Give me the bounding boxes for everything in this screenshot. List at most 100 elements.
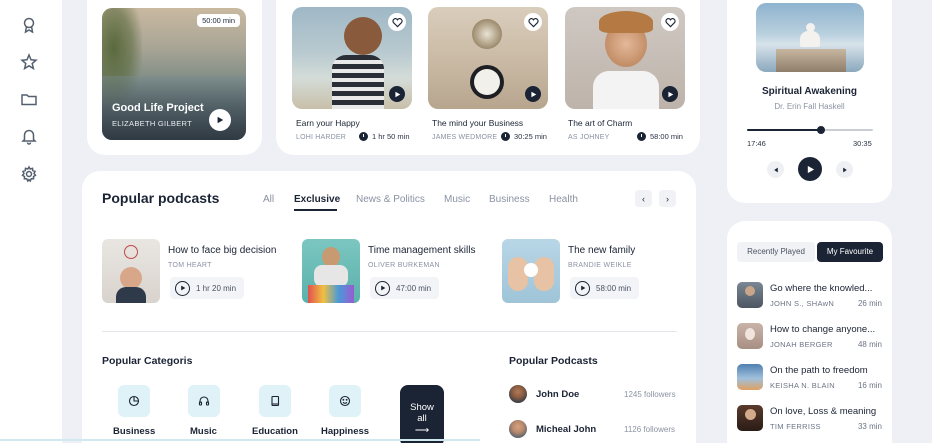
- play-icon: [575, 280, 590, 296]
- favourite-duration-2: 48 min: [857, 340, 882, 349]
- top-card-author-1: LOHI HARDER: [296, 134, 347, 141]
- show-all-button[interactable]: Show all ⟶: [400, 385, 444, 443]
- top-card-author-2: JAMES WEDMORE: [432, 134, 498, 141]
- top-card-image-2[interactable]: [428, 7, 548, 109]
- favourite-author-4: TIM FERRISS: [770, 422, 821, 431]
- avatar[interactable]: [509, 420, 527, 438]
- play-button[interactable]: [525, 86, 541, 102]
- prev-page-button[interactable]: ‹: [635, 190, 652, 207]
- podcast-duration-2: 47:00 min: [396, 283, 432, 293]
- popular-heading: Popular podcasts: [102, 190, 220, 206]
- featured-image[interactable]: 50:00 min Good Life Project ELIZABETH GI…: [102, 8, 246, 140]
- top-card-duration-2: 30:25 min: [501, 132, 547, 141]
- favorite-heart-icon[interactable]: [661, 13, 679, 31]
- play-pause-button[interactable]: [798, 157, 822, 181]
- player-cover-image: [756, 3, 864, 72]
- tab-music[interactable]: Music: [444, 194, 470, 205]
- podcast-play-3[interactable]: 58:00 min: [570, 277, 640, 299]
- show-all-label: Show all: [410, 402, 434, 424]
- favourite-duration-4: 33 min: [857, 422, 882, 431]
- category-music-button[interactable]: [188, 385, 220, 417]
- category-education-button[interactable]: [259, 385, 291, 417]
- play-button[interactable]: [389, 86, 405, 102]
- top-card-title-1: Earn your Happy: [296, 118, 360, 128]
- next-page-button[interactable]: ›: [659, 190, 676, 207]
- favourite-title-4[interactable]: On love, Loss & meaning: [770, 406, 876, 417]
- favourite-author-3: KEISHA N. BLAIN: [770, 381, 835, 390]
- top-card-author-3: AS JOHNEY: [568, 134, 610, 141]
- tab-recently-played[interactable]: Recently Played: [737, 242, 815, 262]
- featured-play-button[interactable]: [209, 109, 231, 131]
- headphones-icon: [198, 396, 210, 406]
- arrow-right-icon: ⟶: [414, 425, 430, 436]
- clock-icon: [359, 132, 368, 141]
- top-card-image-3[interactable]: [565, 7, 685, 109]
- player-title: Spiritual Awakening: [761, 86, 858, 97]
- category-business-button[interactable]: [118, 385, 150, 417]
- award-icon[interactable]: [20, 16, 38, 34]
- duration-text: 1 hr 50 min: [372, 132, 410, 141]
- duration-text: 30:25 min: [514, 132, 547, 141]
- categories-heading: Popular Categoris: [102, 355, 193, 367]
- favourite-title-1[interactable]: Go where the knowled...: [770, 283, 872, 294]
- tab-health[interactable]: Health: [549, 194, 578, 205]
- podcaster-followers-1: 1245 followers: [624, 390, 676, 399]
- previous-icon: [773, 167, 778, 172]
- category-happiness-button[interactable]: [329, 385, 361, 417]
- elapsed-time: 17:46: [747, 139, 766, 148]
- popular-panel: [82, 171, 696, 443]
- featured-duration: 50:00 min: [202, 16, 235, 25]
- folder-icon[interactable]: [20, 90, 38, 108]
- play-icon: [175, 280, 190, 296]
- favorite-heart-icon[interactable]: [388, 13, 406, 31]
- podcast-title-2: Time management skills: [368, 245, 476, 256]
- tab-exclusive[interactable]: Exclusive: [294, 194, 340, 205]
- section-divider: [102, 331, 677, 332]
- favourite-author-2: JONAH BERGER: [770, 340, 833, 349]
- favourite-duration-1: 26 min: [857, 299, 882, 308]
- favourite-thumb-1[interactable]: [737, 282, 763, 308]
- next-icon: [842, 167, 847, 172]
- clock-icon: [637, 132, 646, 141]
- star-icon[interactable]: [20, 53, 38, 71]
- next-button[interactable]: [836, 161, 853, 178]
- favourite-author-1: JOHN S., SHAwN: [770, 299, 835, 308]
- play-button[interactable]: [662, 86, 678, 102]
- podcast-thumb-2[interactable]: [302, 239, 360, 303]
- pie-chart-icon: [128, 395, 140, 407]
- tab-news-politics[interactable]: News & Politics: [356, 194, 425, 205]
- gear-icon[interactable]: [20, 165, 38, 183]
- play-icon: [807, 165, 814, 173]
- category-happiness-label: Happiness: [321, 426, 370, 437]
- favourite-thumb-4[interactable]: [737, 405, 763, 431]
- previous-button[interactable]: [767, 161, 784, 178]
- tab-my-favourite[interactable]: My Favourite: [817, 242, 883, 262]
- top-card-image-1[interactable]: [292, 7, 412, 109]
- podcasters-heading: Popular Podcasts: [509, 355, 598, 367]
- favorite-heart-icon[interactable]: [524, 13, 542, 31]
- bell-icon[interactable]: [20, 127, 38, 145]
- podcast-play-2[interactable]: 47:00 min: [370, 277, 440, 299]
- progress-track[interactable]: [747, 126, 873, 134]
- podcaster-name-2[interactable]: Micheal John: [536, 424, 596, 435]
- tab-business[interactable]: Business: [489, 194, 530, 205]
- tab-all[interactable]: All: [263, 194, 274, 205]
- avatar[interactable]: [509, 385, 527, 403]
- podcaster-name-1[interactable]: John Doe: [536, 389, 579, 400]
- top-card-duration-1: 1 hr 50 min: [359, 132, 410, 141]
- play-icon: [394, 91, 400, 97]
- podcast-play-1[interactable]: 1 hr 20 min: [170, 277, 245, 299]
- total-time: 30:35: [853, 139, 872, 148]
- podcast-thumb-1[interactable]: [102, 239, 160, 303]
- smile-icon: [339, 395, 351, 407]
- play-icon: [375, 280, 390, 296]
- podcast-thumb-3[interactable]: [502, 239, 560, 303]
- player-author: Dr. Erin Fall Haskell: [774, 102, 845, 111]
- favourite-thumb-3[interactable]: [737, 364, 763, 390]
- favourite-thumb-2[interactable]: [737, 323, 763, 349]
- favourite-title-2[interactable]: How to change anyone...: [770, 324, 875, 335]
- bottom-accent-line: [0, 439, 480, 441]
- top-card-title-3: The art of Charm: [568, 118, 633, 128]
- favourite-title-3[interactable]: On the path to freedom: [770, 365, 868, 376]
- sidebar: [0, 0, 62, 443]
